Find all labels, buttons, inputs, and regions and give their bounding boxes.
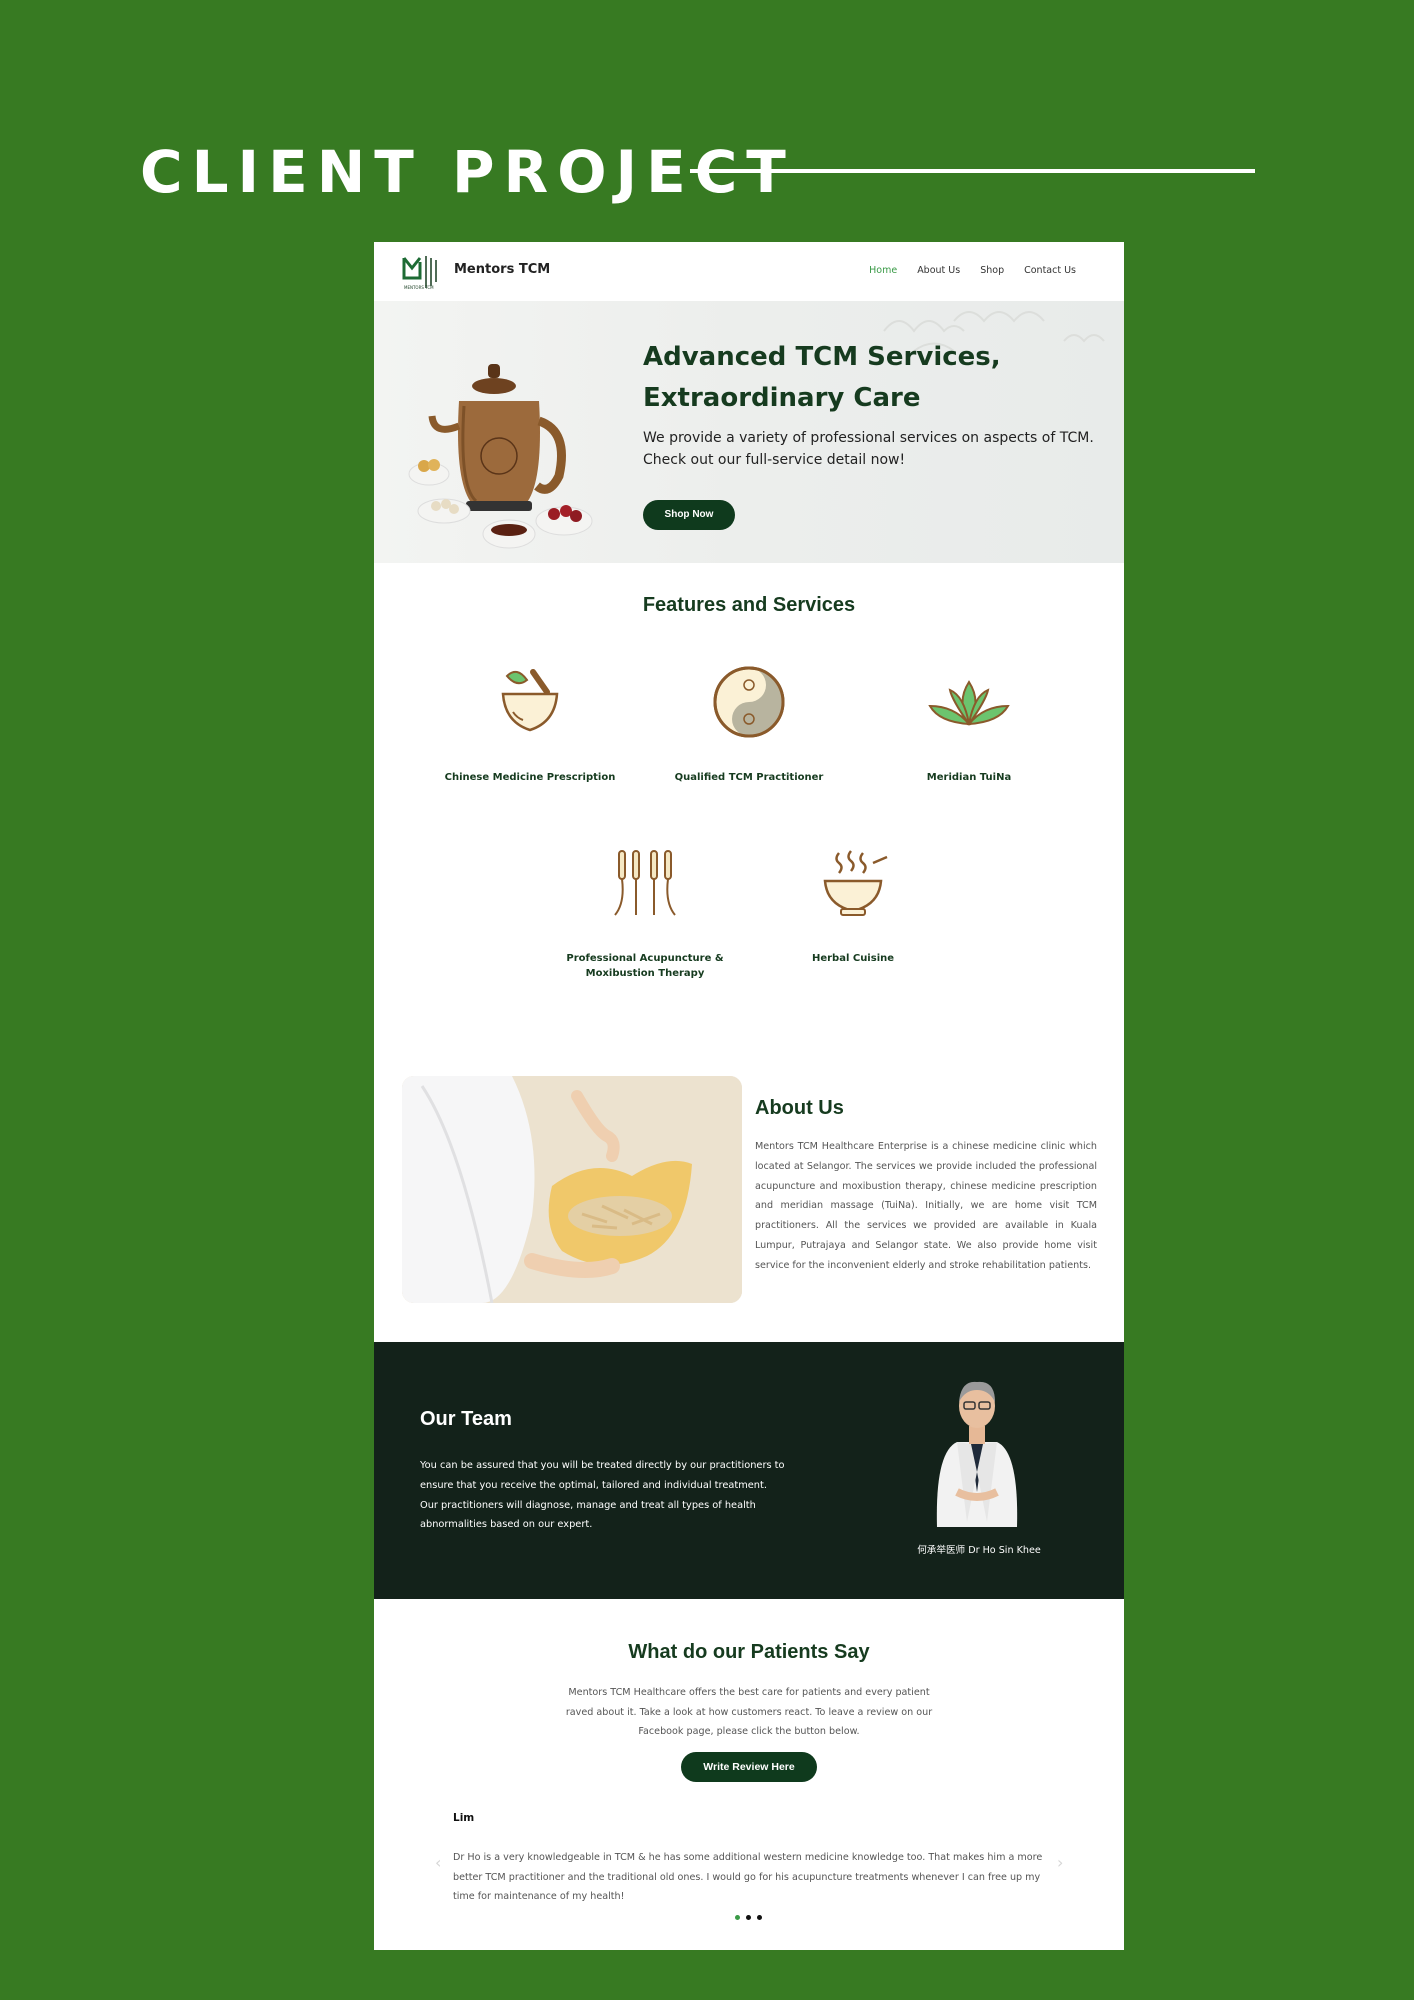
top-navbar: MENTORS TCM Mentors TCM Home About Us Sh…: [374, 242, 1124, 301]
feature-acupuncture-moxibustion[interactable]: Professional Acupuncture & Moxibustion T…: [555, 843, 735, 981]
carousel-dot-3[interactable]: [757, 1915, 762, 1920]
acupuncture-needles-icon: [614, 850, 676, 916]
hero-banner: Advanced TCM Services, Extraordinary Car…: [374, 301, 1124, 563]
reviews-intro: Mentors TCM Healthcare offers the best c…: [565, 1687, 933, 1738]
features-title: Features and Services: [642, 594, 856, 616]
nav-home[interactable]: Home: [869, 265, 897, 276]
brand-name[interactable]: Mentors TCM: [454, 262, 550, 277]
feature-label: Chinese Medicine Prescription: [440, 770, 620, 785]
feature-label-line1: Chinese Medicine Prescription: [444, 772, 616, 783]
hero-subtitle-line1: We provide a variety of professional ser…: [643, 430, 1094, 446]
feature-chinese-medicine[interactable]: Chinese Medicine Prescription: [440, 662, 620, 785]
feature-label: Meridian TuiNa: [879, 770, 1059, 785]
hero-title-line2: Extraordinary Care: [643, 383, 921, 413]
logo-caption: MENTORS TCM: [404, 285, 434, 290]
herbal-soup-bowl-icon: [823, 850, 888, 916]
hero-title: Advanced TCM Services, Extraordinary Car…: [643, 337, 1103, 419]
doctor-name: 何承举医师 Dr Ho Sin Khee: [917, 1545, 1041, 1556]
shop-now-button[interactable]: Shop Now: [643, 500, 735, 530]
lotus-icon: [928, 680, 1010, 726]
about-us-photo: [402, 1076, 742, 1303]
feature-label: Herbal Cuisine: [763, 951, 943, 966]
herbs-basket-photo: [402, 1076, 742, 1303]
feature-label-line1: Professional Acupuncture &: [566, 953, 724, 964]
feature-qualified-practitioner[interactable]: Qualified TCM Practitioner: [659, 662, 839, 785]
heading-rule: [690, 169, 1255, 173]
carousel-dot-1[interactable]: [735, 1915, 740, 1920]
reviewer-name: Lim: [453, 1812, 475, 1824]
hero-subtitle-line2: Check out our full-service detail now!: [643, 452, 906, 468]
our-team-section: Our Team You can be assured that you wil…: [374, 1342, 1124, 1599]
mortar-pestle-icon: [501, 669, 559, 732]
yin-yang-icon: [713, 666, 785, 738]
write-review-button[interactable]: Write Review Here: [681, 1752, 817, 1782]
feature-label: Qualified TCM Practitioner: [659, 770, 839, 785]
nav-about-us[interactable]: About Us: [917, 265, 960, 276]
carousel-prev-icon[interactable]: ‹: [435, 1853, 441, 1872]
carousel-dots: [735, 1915, 762, 1920]
nav-contact-us[interactable]: Contact Us: [1024, 265, 1076, 276]
about-us-body: Mentors TCM Healthcare Enterprise is a c…: [755, 1141, 1097, 1271]
hero-title-line1: Advanced TCM Services,: [643, 342, 1001, 372]
nav-shop[interactable]: Shop: [980, 265, 1004, 276]
feature-meridian-tuina[interactable]: Meridian TuiNa: [879, 662, 1059, 785]
mentors-tcm-logo[interactable]: MENTORS TCM: [402, 252, 440, 292]
feature-label-line1: Qualified TCM Practitioner: [674, 772, 824, 783]
doctor-portrait: [936, 1381, 1018, 1527]
website-screenshot: MENTORS TCM Mentors TCM Home About Us Sh…: [374, 242, 1124, 1950]
carousel-next-icon[interactable]: ›: [1057, 1853, 1063, 1872]
main-menu: Home About Us Shop Contact Us: [869, 265, 1076, 276]
our-team-title: Our Team: [420, 1408, 512, 1430]
reviews-title: What do our Patients Say: [628, 1641, 870, 1663]
our-team-body: You can be assured that you will be trea…: [420, 1460, 785, 1531]
feature-herbal-cuisine[interactable]: Herbal Cuisine: [763, 843, 943, 966]
feature-label-line1: Meridian TuiNa: [926, 772, 1012, 783]
feature-label: Professional Acupuncture & Moxibustion T…: [555, 951, 735, 981]
feature-label-line1: Herbal Cuisine: [811, 953, 895, 964]
feature-label-line2: Moxibustion Therapy: [585, 968, 705, 979]
hero-subtitle: We provide a variety of professional ser…: [643, 427, 1103, 471]
carousel-dot-2[interactable]: [746, 1915, 751, 1920]
herbal-teapot-image: [408, 364, 593, 549]
about-us-title: About Us: [755, 1097, 844, 1119]
review-text: Dr Ho is a very knowledgeable in TCM & h…: [453, 1852, 1043, 1903]
